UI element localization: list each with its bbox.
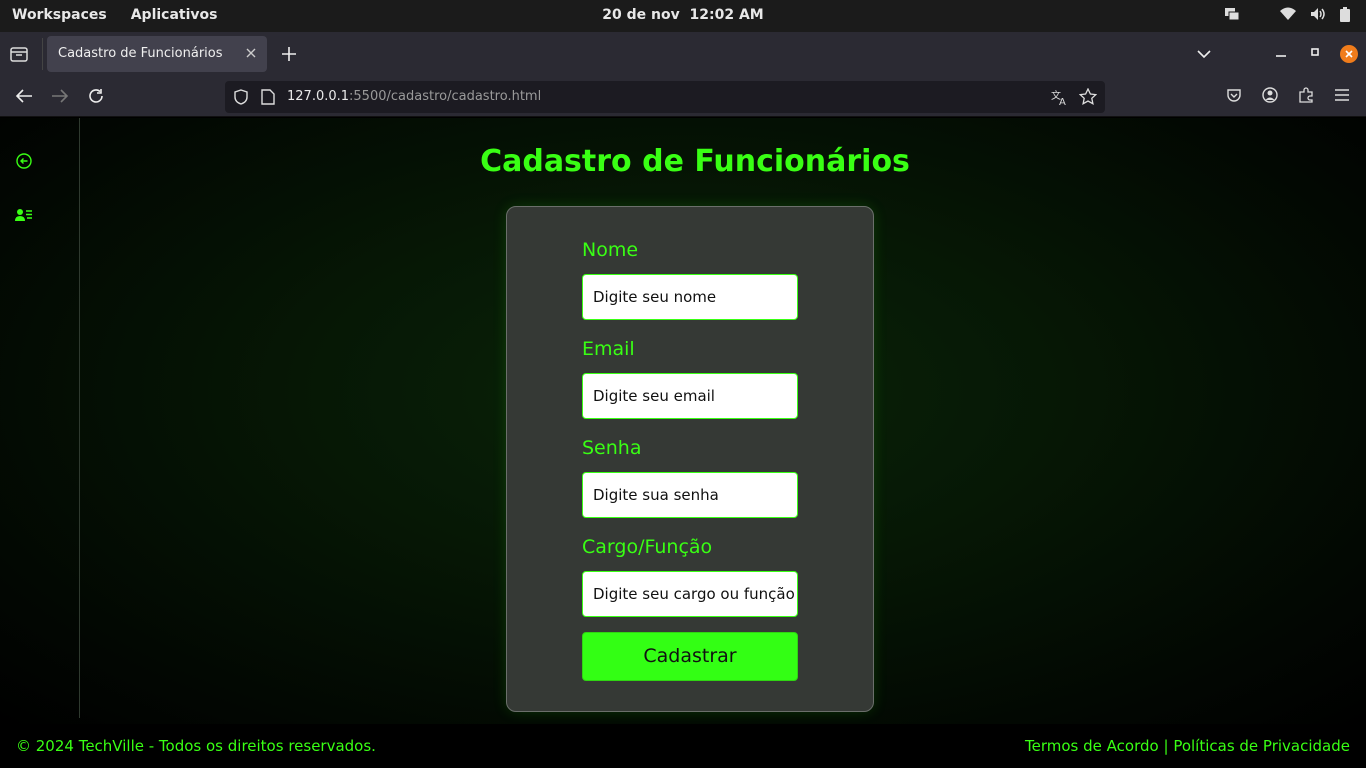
hamburger-menu-icon[interactable] (1334, 87, 1350, 107)
email-input[interactable] (582, 373, 798, 419)
register-button[interactable]: Cadastrar (582, 632, 798, 681)
shield-icon[interactable] (233, 89, 249, 109)
browser-tab-active[interactable]: Cadastro de Funcionários (47, 36, 267, 72)
privacy-link[interactable]: Políticas de Privacidade (1173, 737, 1350, 755)
footer: © 2024 TechVille - Todos os direitos res… (0, 724, 1366, 768)
pocket-icon[interactable] (1226, 87, 1242, 107)
email-label: Email (582, 338, 635, 360)
tab-close-icon[interactable] (243, 45, 259, 65)
maximize-icon[interactable] (1307, 44, 1323, 64)
url-path: :5500/cadastro/cadastro.html (349, 89, 542, 104)
tab-overview-icon[interactable] (10, 45, 28, 67)
password-label: Senha (582, 437, 642, 459)
clock-date: 20 de nov (602, 7, 680, 23)
url-text[interactable]: 127.0.0.1:5500/cadastro/cadastro.html (287, 89, 541, 104)
browser-nav-bar: 127.0.0.1:5500/cadastro/cadastro.html 文A (0, 76, 1366, 117)
name-input[interactable] (582, 274, 798, 320)
users-list-icon[interactable] (15, 207, 33, 226)
translate-icon[interactable]: 文A (1051, 88, 1069, 110)
bookmark-star-icon[interactable] (1078, 87, 1098, 110)
new-tab-icon[interactable] (280, 45, 298, 67)
page-icon[interactable] (261, 89, 275, 109)
footer-copyright: © 2024 TechVille - Todos os direitos res… (16, 737, 376, 755)
svg-text:A: A (1059, 97, 1066, 106)
clock-time: 12:02 AM (689, 7, 764, 23)
page-title: Cadastro de Funcionários (480, 144, 910, 179)
window-close-icon[interactable] (1340, 45, 1358, 63)
minimize-icon[interactable] (1273, 44, 1289, 64)
terms-link[interactable]: Termos de Acordo (1025, 737, 1159, 755)
clock[interactable]: 20 de nov 12:02 AM (0, 7, 1366, 23)
os-top-bar: Workspaces Aplicativos 20 de nov 12:02 A… (0, 0, 1366, 32)
url-host: 127.0.0.1 (287, 89, 350, 104)
display-icon[interactable] (1224, 6, 1240, 22)
volume-icon[interactable] (1310, 7, 1326, 21)
forward-arrow-icon[interactable] (50, 87, 70, 109)
sidebar (0, 118, 80, 718)
role-input[interactable] (582, 571, 798, 617)
url-bar[interactable]: 127.0.0.1:5500/cadastro/cadastro.html 文A (225, 81, 1105, 113)
chevron-down-icon[interactable] (1196, 46, 1212, 65)
browser-tab-strip: Cadastro de Funcionários (0, 32, 1366, 76)
wifi-icon[interactable] (1280, 7, 1296, 21)
registration-form: Nome Email Senha Cargo/Função Cadastrar (506, 206, 874, 712)
tab-title: Cadastro de Funcionários (58, 46, 223, 61)
tab-separator (42, 38, 43, 70)
role-label: Cargo/Função (582, 536, 713, 558)
password-input[interactable] (582, 472, 798, 518)
extensions-icon[interactable] (1298, 87, 1314, 107)
footer-separator: | (1163, 737, 1169, 755)
name-label: Nome (582, 239, 639, 261)
account-icon[interactable] (1262, 87, 1278, 107)
battery-icon[interactable] (1340, 6, 1350, 22)
page-content: Cadastro de Funcionários Nome Email Senh… (0, 118, 1366, 724)
back-arrow-icon[interactable] (14, 87, 34, 109)
reload-icon[interactable] (87, 87, 105, 109)
footer-links: Termos de Acordo | Políticas de Privacid… (1025, 737, 1350, 755)
